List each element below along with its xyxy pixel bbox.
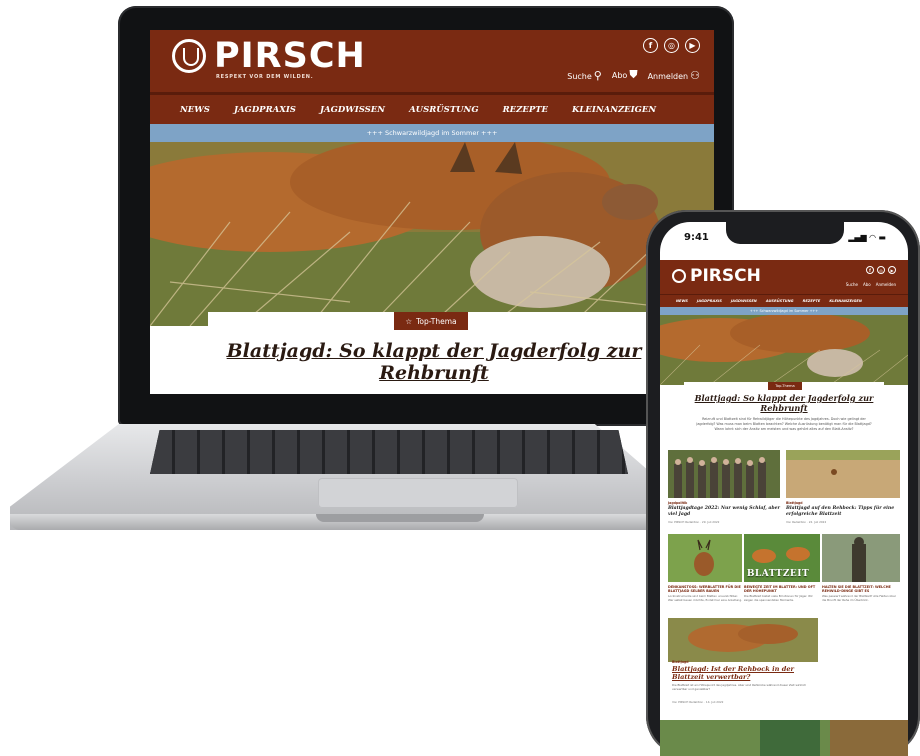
feature-category: Blattjagd: [672, 660, 689, 664]
site-logo[interactable]: PIRSCH: [172, 38, 366, 74]
phone-screen: 9:41 ▂▄▆ ◠ ▬ PIRSCH f ◎ ▶ Suche Abo Anme…: [660, 222, 908, 756]
hero-image[interactable]: [150, 142, 714, 326]
star-icon: ☆: [405, 316, 413, 326]
nav-item-ausruestung[interactable]: AUSRÜSTUNG: [766, 299, 794, 303]
youtube-icon[interactable]: ▶: [888, 266, 896, 274]
mobile-hero-teaser: Reizruft und Blattzeit sind für Rehwildj…: [696, 417, 872, 431]
abo-link[interactable]: Abo ⛊: [612, 68, 638, 82]
article-image-roebuck[interactable]: [668, 534, 742, 582]
site-tagline: RESPEKT VOR DEM WILDEN.: [216, 74, 314, 80]
nav-item-ausruestung[interactable]: AUSRÜSTUNG: [409, 105, 479, 115]
main-nav: NEWS JAGDPRAXIS JAGDWISSEN AUSRÜSTUNG RE…: [150, 92, 714, 124]
mobile-news-ticker[interactable]: +++ Schwarzwildjagd im Sommer +++: [660, 307, 908, 315]
feature-image[interactable]: [668, 618, 818, 662]
small-article-title[interactable]: DENKANSTOSS: WERBLATTER FÜR DIE BLATTJAG…: [668, 585, 742, 594]
small-article-text: Die Blattzeit bietet viele Emotionen für…: [744, 594, 813, 602]
article-title[interactable]: Blattjagdtage 2022: Nur wenig Schlaf, ab…: [668, 506, 780, 517]
nav-item-jagdwissen[interactable]: JAGDWISSEN: [731, 299, 757, 303]
mobile-logo[interactable]: PIRSCH: [672, 266, 761, 286]
feature-meta: Von PIRSCH Redaktion · 14. Juli 2022: [672, 700, 724, 704]
status-icons: ▂▄▆ ◠ ▬: [848, 233, 886, 242]
search-icon: ⚲: [593, 68, 602, 82]
youtube-icon[interactable]: ▶: [685, 38, 700, 53]
bag-icon: ⛊: [629, 68, 638, 81]
mobile-abo-link[interactable]: Abo: [863, 282, 871, 287]
utility-links: Suche ⚲ Abo ⛊ Anmelden ⚇: [567, 68, 700, 82]
mobile-search-link[interactable]: Suche: [846, 282, 858, 287]
site-header: PIRSCH RESPEKT VOR DEM WILDEN. f ◎ ▶ Suc…: [150, 30, 714, 92]
instagram-icon[interactable]: ◎: [664, 38, 679, 53]
nav-item-jagdpraxis[interactable]: JAGDPRAXIS: [234, 105, 296, 115]
mobile-top-thema-badge: Top-Thema: [768, 382, 802, 390]
article-image-field[interactable]: [786, 450, 900, 498]
instagram-icon[interactable]: ◎: [877, 266, 885, 274]
nav-item-rezepte[interactable]: REZEPTE: [803, 299, 821, 303]
feature-title[interactable]: Blattjagd: Ist der Rehbock in der Blattz…: [672, 665, 822, 681]
small-article-text: Lockinstrumente sind beim Blatten unverz…: [668, 594, 742, 602]
blattzeit-label: BLATTZEIT: [746, 569, 810, 579]
user-icon: ⚇: [690, 68, 700, 82]
article-image-hunter[interactable]: [822, 534, 900, 582]
mobile-utility: Suche Abo Anmelden: [846, 282, 896, 287]
article-category: Jagdpolitik: [668, 501, 688, 505]
article-title[interactable]: Blattjagd auf den Rehbock: Tipps für ein…: [786, 506, 900, 517]
hero-title[interactable]: Blattjagd: So klappt der Jagderfolg zur …: [220, 340, 648, 384]
laptop-opening-notch: [316, 514, 484, 522]
article-meta: Von Redaktion · 22. Juli 2022: [786, 520, 827, 524]
mobile-hero-title[interactable]: Blattjagd: So klappt der Jagderfolg zur …: [690, 393, 878, 413]
pirsch-logo-icon: [172, 39, 206, 73]
mobile-hero-image[interactable]: [660, 315, 908, 385]
social-links: f ◎ ▶: [643, 38, 700, 53]
status-time: 9:41: [684, 232, 709, 243]
article-category: Blattjagd: [786, 501, 803, 505]
nav-item-news[interactable]: NEWS: [180, 105, 210, 115]
phone-notch: [726, 222, 844, 244]
mobile-social: f ◎ ▶: [866, 266, 896, 274]
login-link[interactable]: Anmelden ⚇: [648, 69, 700, 82]
nav-item-kleinanzeigen[interactable]: KLEINANZEIGEN: [572, 105, 656, 115]
top-thema-badge: ☆ Top-Thema: [394, 312, 468, 330]
nav-item-rezepte[interactable]: REZEPTE: [503, 105, 548, 115]
device-mockup: PIRSCH RESPEKT VOR DEM WILDEN. f ◎ ▶ Suc…: [0, 0, 920, 756]
laptop-keyboard: [150, 430, 628, 474]
nav-item-news[interactable]: NEWS: [676, 299, 688, 303]
nav-item-jagdwissen[interactable]: JAGDWISSEN: [320, 105, 385, 115]
article-meta: Von PIRSCH Redaktion · 29. Juli 2022: [668, 520, 720, 524]
search-link[interactable]: Suche ⚲: [567, 69, 602, 82]
small-article-title[interactable]: HALTEN SIE DIE BLATTZEIT: WELCHE REHWILD…: [822, 585, 900, 594]
article-image-hunters[interactable]: [668, 450, 780, 498]
laptop-screen: PIRSCH RESPEKT VOR DEM WILDEN. f ◎ ▶ Suc…: [150, 30, 714, 394]
feature-text: Die Blattzeit ist ein Höhepunkt des Jagd…: [672, 683, 807, 691]
small-article-title[interactable]: BEWEGTE ZEIT IM BLATTER: UND OFT DER HÖH…: [744, 585, 820, 594]
laptop-trackpad: [318, 478, 518, 508]
facebook-icon[interactable]: f: [866, 266, 874, 274]
mobile-login-link[interactable]: Anmelden: [876, 282, 896, 287]
pirsch-logo-icon: [672, 269, 686, 283]
mobile-nav: NEWS JAGDPRAXIS JAGDWISSEN AUSRÜSTUNG RE…: [660, 294, 908, 307]
nav-item-jagdpraxis[interactable]: JAGDPRAXIS: [697, 299, 722, 303]
small-article-text: Was passiert während der Blattzeit? Alle…: [822, 594, 896, 602]
nav-item-kleinanzeigen[interactable]: KLEINANZEIGEN: [829, 299, 861, 303]
mobile-hero-card: [684, 382, 884, 446]
news-ticker[interactable]: +++ Schwarzwildjagd im Sommer +++: [150, 124, 714, 142]
facebook-icon[interactable]: f: [643, 38, 658, 53]
bottom-article-strip[interactable]: [660, 720, 908, 756]
